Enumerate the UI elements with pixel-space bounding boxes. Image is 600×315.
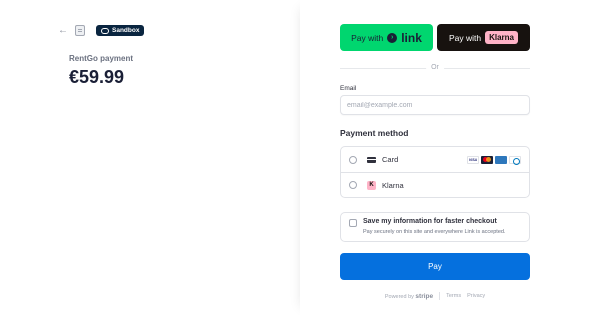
- payment-option-klarna[interactable]: K Klarna: [341, 172, 529, 197]
- cloud-icon: [101, 27, 109, 34]
- total-amount: €59.99: [69, 67, 125, 87]
- top-bar: ← Sandbox: [58, 25, 145, 36]
- save-info-title: Save my information for faster checkout: [363, 218, 497, 225]
- powered-by-label: Powered by: [384, 293, 414, 300]
- email-input[interactable]: [340, 95, 530, 115]
- email-label: Email: [340, 85, 357, 92]
- payment-method-title: Payment method: [340, 128, 409, 138]
- sandbox-badge: Sandbox: [96, 25, 145, 36]
- mastercard-icon: [481, 155, 493, 164]
- card-option-label: Card: [382, 155, 399, 164]
- stripe-logo[interactable]: stripe: [415, 293, 433, 300]
- footer-separator: [439, 292, 441, 300]
- credit-card-icon: [367, 156, 376, 163]
- save-info-subtitle: Pay securely on this site and everywhere…: [363, 229, 506, 235]
- save-info-text: Save my information for faster checkout …: [363, 218, 505, 236]
- payment-panel: Pay with › link Pay with Klarna Or Email…: [300, 0, 600, 315]
- privacy-link[interactable]: Privacy: [467, 293, 485, 299]
- link-arrow-icon: ›: [387, 32, 398, 43]
- klarna-option-label: Klarna: [382, 180, 404, 190]
- or-divider: Or: [340, 64, 530, 72]
- pay-with-link-button[interactable]: Pay with › link: [340, 24, 433, 51]
- pay-button[interactable]: Pay: [340, 253, 530, 280]
- order-summary-panel: ← Sandbox RentGo payment €59.99: [0, 0, 300, 315]
- card-brands: VISA: [467, 155, 521, 165]
- arrow-left-icon[interactable]: ←: [58, 25, 68, 36]
- wallet-buttons: Pay with › link Pay with Klarna: [340, 24, 530, 51]
- merchant-label: RentGo payment: [69, 54, 134, 63]
- klarna-button-prefix: Pay with: [448, 32, 482, 43]
- sandbox-badge-label: Sandbox: [112, 27, 140, 34]
- payment-option-card[interactable]: Card VISA: [341, 147, 529, 172]
- card-radio[interactable]: [349, 155, 357, 164]
- payment-method-list: Card VISA K Klarna: [340, 146, 530, 198]
- store-icon: [75, 25, 85, 36]
- diners-icon: [509, 155, 521, 165]
- klarna-icon: K: [367, 180, 376, 190]
- save-info-checkbox[interactable]: [349, 219, 357, 227]
- pay-with-klarna-button[interactable]: Pay with Klarna: [437, 24, 530, 51]
- amex-icon: [495, 155, 507, 164]
- terms-link[interactable]: Terms: [446, 293, 461, 299]
- klarna-radio[interactable]: [349, 181, 357, 189]
- link-button-prefix: Pay with: [351, 32, 384, 43]
- powered-by-text: Powered by stripe: [385, 293, 433, 300]
- link-brand-label: link: [401, 30, 422, 45]
- visa-icon: VISA: [467, 155, 479, 164]
- or-divider-label: Or: [426, 64, 444, 72]
- footer: Powered by stripe Terms Privacy: [340, 292, 530, 300]
- save-info-option[interactable]: Save my information for faster checkout …: [340, 212, 530, 242]
- klarna-brand-badge: Klarna: [485, 31, 519, 44]
